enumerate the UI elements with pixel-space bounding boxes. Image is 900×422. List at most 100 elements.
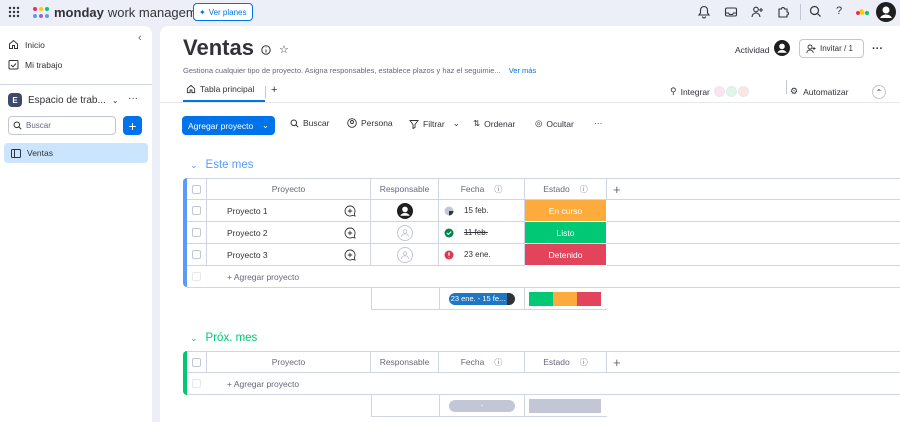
add-row-cell: + Agregar proyecto xyxy=(187,373,371,395)
status-summary-bar[interactable] xyxy=(529,292,601,306)
row-cell-owner[interactable] xyxy=(371,244,439,266)
see-plans-label: Ver planes xyxy=(208,7,247,17)
collapse-sidebar-icon[interactable]: ‹ xyxy=(138,32,142,44)
chevron-down-icon: ⌄ xyxy=(111,95,119,105)
tab-label: Tabla principal xyxy=(200,84,255,94)
user-avatar[interactable] xyxy=(876,2,896,22)
integration-apps-icon xyxy=(713,86,749,97)
add-row-rest xyxy=(371,373,900,395)
add-row-cell: + Agregar proyecto xyxy=(187,266,371,288)
row-cell-date[interactable]: 15 feb. xyxy=(439,200,525,222)
brand-name: monday xyxy=(54,5,104,20)
filter-button[interactable]: Filtrar ⌄ xyxy=(409,118,460,129)
row-cell-date[interactable]: 23 ene. xyxy=(439,244,525,266)
sidebar-item-my-work[interactable]: Mi trabajo xyxy=(8,59,62,70)
activity-avatar[interactable] xyxy=(774,40,790,56)
bell-icon[interactable] xyxy=(698,5,712,19)
inbox-icon[interactable] xyxy=(724,5,738,19)
row-checkbox[interactable] xyxy=(192,206,201,215)
info-icon[interactable]: ⓘ xyxy=(580,184,588,195)
select-all-checkbox[interactable] xyxy=(192,357,201,367)
filter-label: Filtrar xyxy=(423,118,445,129)
info-icon[interactable] xyxy=(261,45,271,55)
sidebar-divider xyxy=(0,84,152,85)
status-badge[interactable]: Listo xyxy=(525,222,607,244)
page-title[interactable]: Ventas xyxy=(183,35,254,61)
see-more-link[interactable]: Ver más xyxy=(509,66,537,75)
workspace-badge: E xyxy=(8,93,22,107)
info-icon[interactable]: ⓘ xyxy=(494,357,502,368)
search-icon xyxy=(13,121,22,130)
date-range-summary[interactable]: - xyxy=(449,399,515,412)
activity-label[interactable]: Actividad xyxy=(735,45,770,55)
search-button[interactable]: Buscar xyxy=(290,118,329,128)
add-update-icon[interactable] xyxy=(344,205,356,217)
group-header-this-month[interactable]: ⌄ Este mes xyxy=(190,159,253,171)
add-column-icon[interactable]: + xyxy=(613,182,621,197)
home-icon xyxy=(9,39,18,49)
add-row-checkbox xyxy=(192,379,201,388)
column-header-date: Fecha ⓘ xyxy=(439,178,525,200)
sidebar-search-input[interactable]: Buscar xyxy=(8,116,116,135)
sidebar-item-home[interactable]: Inicio xyxy=(8,39,45,50)
column-header-status: Estado ⓘ xyxy=(525,178,607,200)
search-icon xyxy=(290,119,299,128)
invite-label: Invitar / 1 xyxy=(820,44,853,53)
person-icon xyxy=(347,118,357,128)
column-header-add: + xyxy=(607,351,900,373)
brand-logo[interactable]: monday work management xyxy=(32,5,215,20)
project-name: Proyecto 1 xyxy=(227,205,268,216)
eye-off-icon: ◎ xyxy=(535,118,543,128)
add-view-icon[interactable]: + xyxy=(271,84,277,96)
add-project-row[interactable]: + Agregar proyecto xyxy=(227,379,299,389)
alert-circle-icon xyxy=(444,250,454,260)
group-header-next-month[interactable]: ⌄ Próx. mes xyxy=(190,332,257,344)
info-icon[interactable]: ⓘ xyxy=(580,357,588,368)
apps-puzzle-icon[interactable] xyxy=(776,5,790,19)
help-icon[interactable]: ? xyxy=(836,5,850,19)
sidebar-board-ventas[interactable]: Ventas xyxy=(4,143,148,163)
row-cell-date[interactable]: 11 feb. xyxy=(439,222,525,244)
invite-button[interactable]: Invitar / 1 xyxy=(799,39,864,58)
person-filter-button[interactable]: Persona xyxy=(347,118,393,128)
row-checkbox[interactable] xyxy=(192,250,201,259)
status-summary-bar[interactable] xyxy=(529,399,601,413)
workspace-more-icon[interactable]: ··· xyxy=(128,93,138,104)
hide-button[interactable]: ◎ Ocultar xyxy=(535,118,574,129)
status-badge[interactable]: En curso xyxy=(525,200,607,222)
column-header-date: Fecha ⓘ xyxy=(439,351,525,373)
tab-main-table[interactable]: Tabla principal xyxy=(186,84,254,94)
add-column-icon[interactable]: + xyxy=(613,355,621,370)
see-plans-button[interactable]: ✦ Ver planes xyxy=(193,3,253,21)
status-badge[interactable]: Detenido xyxy=(525,244,607,266)
star-icon[interactable]: ☆ xyxy=(279,43,289,56)
add-project-row[interactable]: + Agregar proyecto xyxy=(227,272,299,282)
row-cell-project[interactable]: Proyecto 1 xyxy=(207,200,371,222)
info-icon[interactable]: ⓘ xyxy=(494,184,502,195)
chevron-down-icon: ⌄ xyxy=(452,118,460,128)
add-update-icon[interactable] xyxy=(344,249,356,261)
automate-button[interactable]: ⚙ Automatizar xyxy=(790,86,848,97)
row-cell-owner[interactable] xyxy=(371,200,439,222)
row-cell-project[interactable]: Proyecto 3 xyxy=(207,244,371,266)
row-cell-owner[interactable] xyxy=(371,222,439,244)
add-project-button[interactable]: Agregar proyecto ⌄ xyxy=(182,116,275,135)
workspace-selector[interactable]: E Espacio de trab... ⌄ xyxy=(8,93,119,107)
progress-clock-icon xyxy=(444,206,454,216)
row-checkbox[interactable] xyxy=(192,228,201,237)
sort-button[interactable]: ⇅ Ordenar xyxy=(473,118,515,129)
select-all-checkbox[interactable] xyxy=(192,184,201,194)
board-more-icon[interactable]: ··· xyxy=(872,43,883,55)
owner-avatar xyxy=(396,202,413,219)
collapse-header-icon[interactable]: ⌃ xyxy=(872,85,886,99)
add-update-icon[interactable] xyxy=(344,227,356,239)
apps-grid-icon[interactable] xyxy=(8,6,20,18)
robot-icon: ⚙ xyxy=(790,86,799,96)
invite-members-icon[interactable] xyxy=(750,5,764,19)
add-item-button[interactable]: + xyxy=(123,116,142,135)
search-icon[interactable] xyxy=(809,5,823,19)
date-range-summary[interactable]: 23 ene. - 15 fe... xyxy=(449,292,515,305)
integrate-button[interactable]: ⚲ Integrar xyxy=(670,86,749,97)
toolbar-more-icon[interactable]: ··· xyxy=(594,118,603,128)
row-cell-project[interactable]: Proyecto 2 xyxy=(207,222,371,244)
